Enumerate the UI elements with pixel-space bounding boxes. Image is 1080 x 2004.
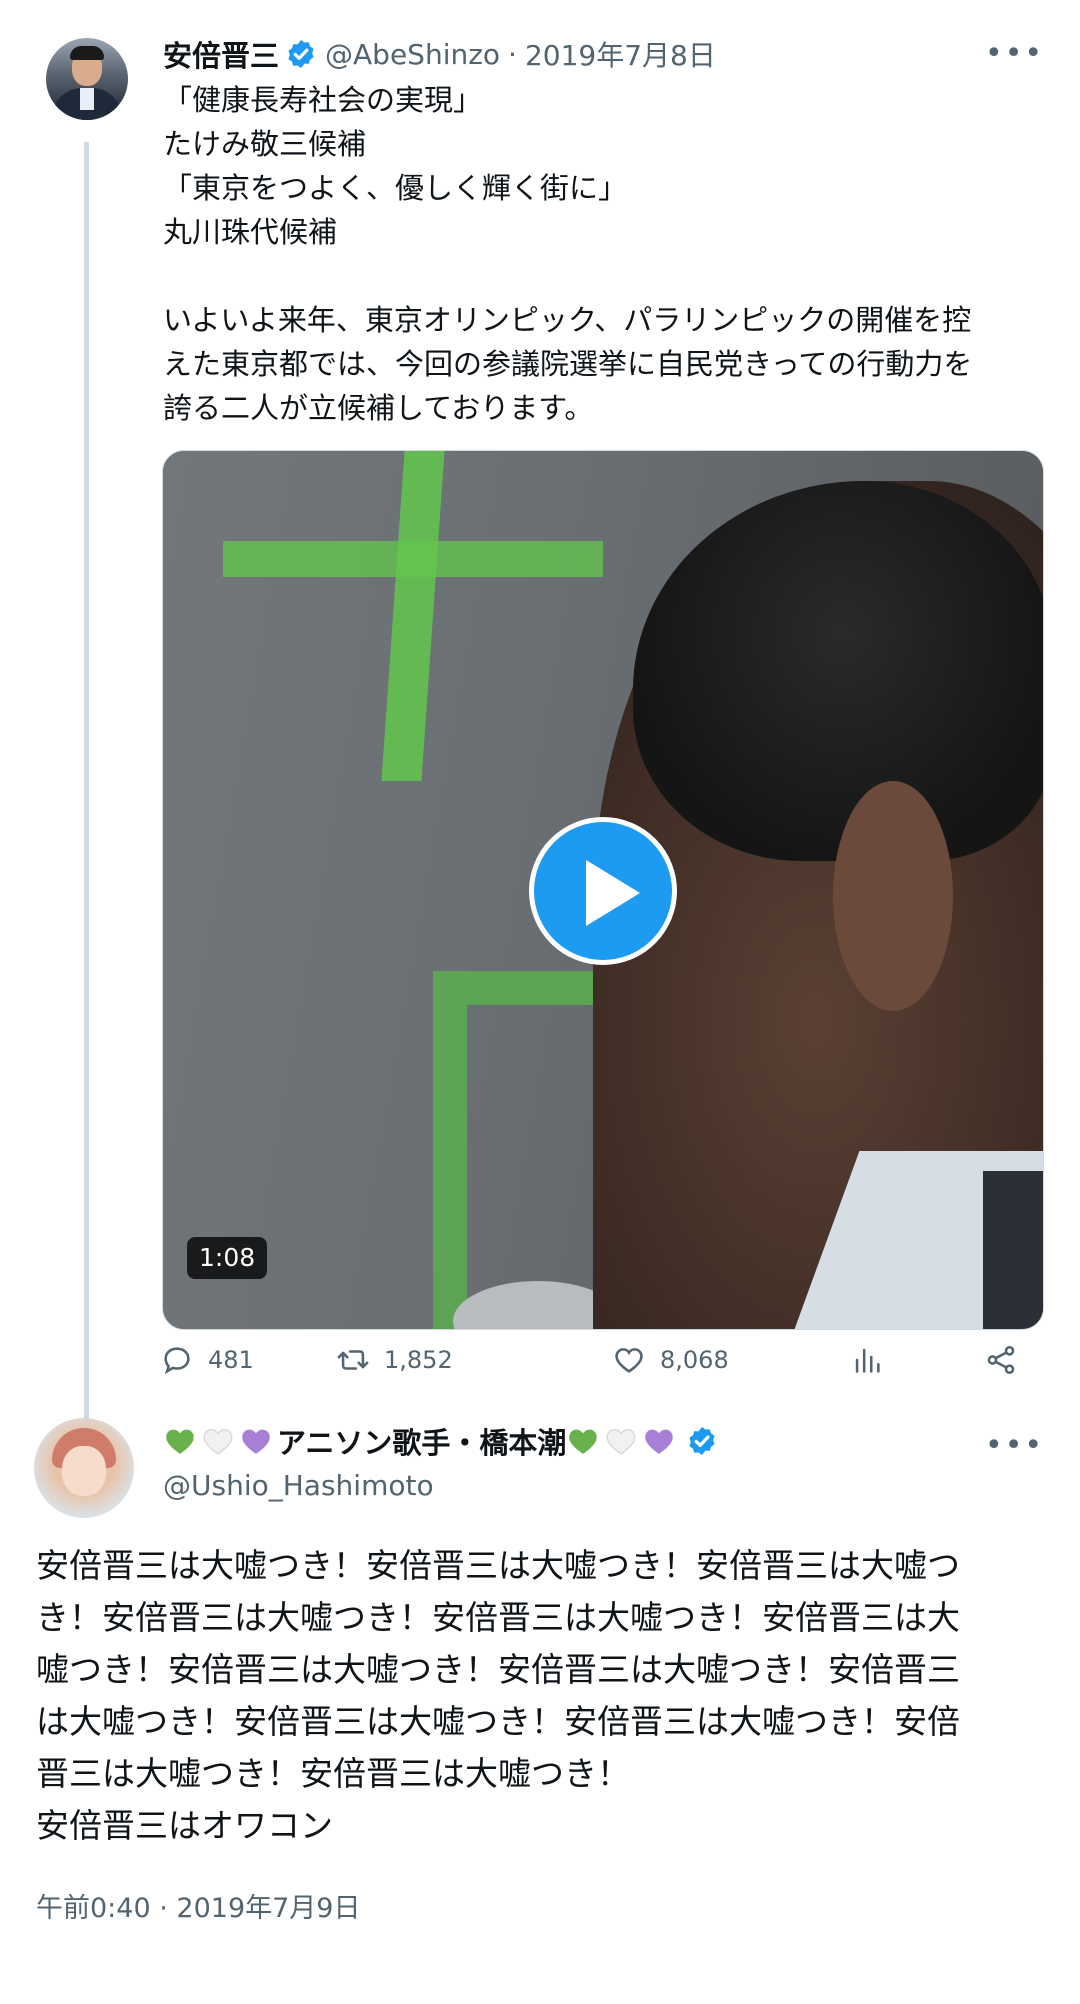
verified-badge-icon xyxy=(689,1427,715,1455)
retweet-button[interactable]: 1,852 xyxy=(336,1332,453,1388)
separator-dot: · xyxy=(159,1893,177,1924)
avatar[interactable] xyxy=(34,1418,134,1518)
retweet-icon xyxy=(337,1350,369,1370)
tweet-header: アニソン歌手・橋本潮 @Ushio_Hashimoto xyxy=(163,1418,726,1508)
tweet-time: 午前0:40 xyxy=(36,1893,151,1924)
views-button[interactable] xyxy=(850,1332,898,1388)
tweet-text-line: 安倍晋三は大嘘つき！安倍晋三は大嘘つき！安倍晋三は大嘘つ xyxy=(36,1546,960,1585)
like-button[interactable]: 8,068 xyxy=(612,1332,729,1388)
share-icon xyxy=(987,1345,1015,1375)
tweet-text-line: は大嘘つき！安倍晋三は大嘘つき！安倍晋三は大嘘つき！安倍 xyxy=(36,1702,960,1741)
verified-badge-icon xyxy=(288,40,314,68)
reply-icon xyxy=(164,1347,190,1375)
reply-count: 481 xyxy=(208,1346,254,1374)
author-handle[interactable]: @AbeShinzo xyxy=(325,38,500,71)
author-name[interactable]: 安倍晋三 xyxy=(163,33,279,75)
author-name-row[interactable]: アニソン歌手・橋本潮 xyxy=(163,1418,726,1464)
video-player[interactable]: 1:08 xyxy=(162,450,1044,1330)
more-options-icon[interactable]: ••• xyxy=(985,1431,1042,1461)
tweet-text: 安倍晋三は大嘘つき！安倍晋三は大嘘つき！安倍晋三は大嘘つ き！安倍晋三は大嘘つき… xyxy=(36,1540,1041,1852)
tweet-date[interactable]: 2019年7月8日 xyxy=(525,34,716,74)
like-count: 8,068 xyxy=(660,1346,729,1374)
tweet-text-line: 「健康長寿社会の実現」 xyxy=(163,83,483,117)
green-heart-icon xyxy=(569,1429,598,1454)
play-icon xyxy=(586,860,640,926)
tweet-text-blank-line xyxy=(163,254,1043,298)
avatar[interactable] xyxy=(46,38,128,120)
author-handle[interactable]: @Ushio_Hashimoto xyxy=(163,1464,726,1508)
tweet-text-line: 安倍晋三はオワコン xyxy=(36,1806,333,1845)
purple-heart-icon xyxy=(242,1429,270,1454)
tweet-text-line: えた東京都では、今回の参議院選挙に自民党きっての行動力を xyxy=(163,347,973,381)
tweet-text-line: いよいよ来年、東京オリンピック、パラリンピックの開催を控 xyxy=(163,303,972,337)
share-button[interactable] xyxy=(984,1332,1032,1388)
retweet-count: 1,852 xyxy=(384,1346,453,1374)
reply-button[interactable]: 481 xyxy=(160,1332,254,1388)
green-heart-icon xyxy=(166,1429,194,1454)
more-options-icon[interactable]: ••• xyxy=(985,39,1042,69)
tweet-header: 安倍晋三 @AbeShinzo · 2019年7月8日 xyxy=(163,34,716,74)
tweet-text-line: 「東京をつよく、優しく輝く街に」 xyxy=(163,171,628,205)
tweet-text-line: き！安倍晋三は大嘘つき！安倍晋三は大嘘つき！安倍晋三は大 xyxy=(36,1598,960,1637)
author-name: アニソン歌手・橋本潮 xyxy=(277,1426,567,1460)
play-button[interactable] xyxy=(529,817,677,965)
white-heart-icon xyxy=(606,1428,636,1455)
tweet-text-line: たけみ敬三候補 xyxy=(163,127,367,161)
separator-dot: · xyxy=(508,37,517,71)
tweet-text-line: 誇る二人が立候補しております。 xyxy=(163,391,594,425)
tweet-text: 「健康長寿社会の実現」 たけみ敬三候補 「東京をつよく、優しく輝く街に」 丸川珠… xyxy=(163,78,1043,430)
tweet-date: 2019年7月9日 xyxy=(176,1893,361,1924)
tweet-text-line: 晋三は大嘘つき！安倍晋三は大嘘つき！ xyxy=(36,1754,630,1793)
tweet-text-line: 丸川珠代候補 xyxy=(163,215,338,249)
tweet-timestamp[interactable]: 午前0:40 · 2019年7月9日 xyxy=(36,1886,360,1925)
tweet-action-bar: 481 1,852 8,068 xyxy=(160,1332,1040,1388)
analytics-icon xyxy=(855,1348,880,1373)
white-heart-icon xyxy=(203,1428,233,1455)
purple-heart-icon xyxy=(645,1429,674,1454)
video-duration: 1:08 xyxy=(187,1237,268,1279)
thread-connector-line xyxy=(84,142,89,1430)
tweet-text-line: 嘘つき！安倍晋三は大嘘つき！安倍晋三は大嘘つき！安倍晋三 xyxy=(36,1650,960,1689)
heart-icon xyxy=(615,1348,643,1373)
